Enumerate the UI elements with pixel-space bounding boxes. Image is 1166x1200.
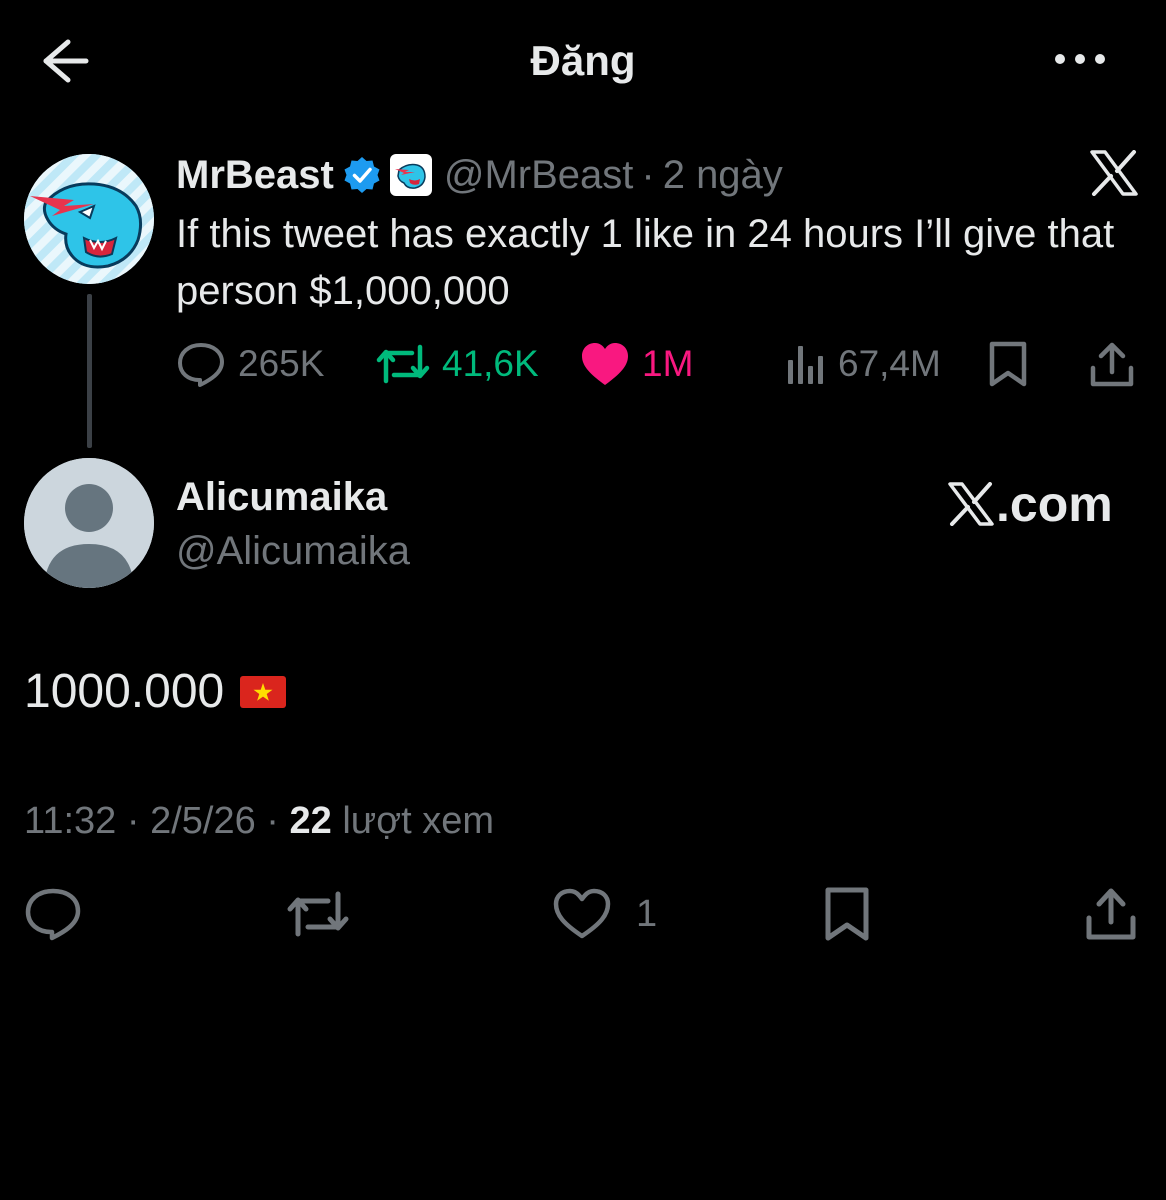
reply-button[interactable]: 265K: [176, 338, 324, 390]
reply-icon: [25, 888, 81, 941]
meta-separator: ·: [116, 800, 151, 842]
bookmark-button[interactable]: [822, 884, 872, 944]
affiliate-badge: [389, 154, 432, 196]
repost-count: 41,6K: [442, 343, 539, 384]
avatar-mrbeast[interactable]: [24, 154, 154, 284]
reply-icon: [178, 343, 224, 387]
reply-button[interactable]: [24, 884, 82, 944]
more-icon: [1055, 54, 1105, 64]
reply-text-content: 1000.000: [24, 665, 225, 718]
author-handle[interactable]: @MrBeast: [444, 150, 634, 200]
x-logo-icon: [1090, 150, 1138, 196]
share-icon: [1090, 342, 1134, 387]
reply-author-handle[interactable]: @Alicumaika: [176, 526, 410, 576]
reply-date: 2/5/26: [150, 800, 256, 842]
vietnam-flag-icon: [240, 676, 287, 708]
heart-filled-icon: [582, 343, 628, 385]
author-name[interactable]: MrBeast: [176, 150, 334, 200]
mrbeast-affiliate-icon: [392, 157, 429, 193]
views-button[interactable]: 67,4M: [784, 338, 941, 390]
page-title: Đăng: [530, 37, 636, 84]
like-count: 1: [636, 892, 658, 935]
share-icon: [1086, 888, 1136, 940]
like-count: 1M: [642, 343, 694, 384]
back-button[interactable]: [38, 36, 94, 86]
avatar-alicumaika[interactable]: [24, 458, 154, 588]
mrbeast-logo-icon: [24, 154, 154, 284]
reply-text: 1000.000: [24, 664, 287, 720]
repost-button[interactable]: 41,6K: [376, 338, 539, 390]
like-button[interactable]: 1M: [580, 338, 693, 390]
tweet-text: If this tweet has exactly 1 like in 24 h…: [176, 212, 1115, 313]
like-button[interactable]: 1: [552, 884, 657, 944]
more-options-button[interactable]: [1050, 44, 1110, 74]
meta-separator: ·: [255, 800, 290, 842]
x-logo: [1090, 150, 1138, 196]
heart-outline-icon: [553, 888, 611, 939]
repost-icon: [376, 344, 430, 384]
tweet-time[interactable]: 2 ngày: [663, 150, 783, 200]
share-button[interactable]: [1088, 338, 1136, 390]
watermark-text: .com: [996, 476, 1113, 532]
quoted-tweet-actions: 265K 41,6K 1M 67,4M: [176, 338, 1136, 390]
separator-dot: ·: [641, 153, 655, 197]
default-avatar-icon: [24, 458, 154, 588]
reply-count: 265K: [238, 343, 325, 384]
reply-author-name[interactable]: Alicumaika: [176, 472, 387, 522]
share-button[interactable]: [1084, 884, 1138, 944]
reply-actions: 1: [0, 884, 1166, 944]
views-count[interactable]: 22: [290, 800, 332, 842]
bookmark-icon: [825, 887, 869, 941]
thread-line: [87, 294, 92, 448]
bookmark-button[interactable]: [986, 338, 1030, 390]
bookmark-icon: [989, 341, 1027, 387]
quoted-tweet-header: MrBeast @MrBeast · 2 ngày: [176, 150, 783, 200]
views-chart-icon: [788, 346, 823, 384]
tweet-meta: 11:32 · 2/5/26 · 22 lượt xem: [24, 798, 494, 844]
x-com-watermark: .com: [948, 476, 1113, 532]
back-arrow-icon: [43, 39, 89, 83]
views-count: 67,4M: [838, 343, 941, 384]
views-label: lượt xem: [331, 800, 495, 842]
repost-icon: [287, 891, 349, 937]
verified-badge-icon: [344, 157, 380, 193]
x-logo-icon: [948, 482, 994, 526]
repost-button[interactable]: [286, 884, 350, 944]
reply-time: 11:32: [24, 800, 117, 842]
